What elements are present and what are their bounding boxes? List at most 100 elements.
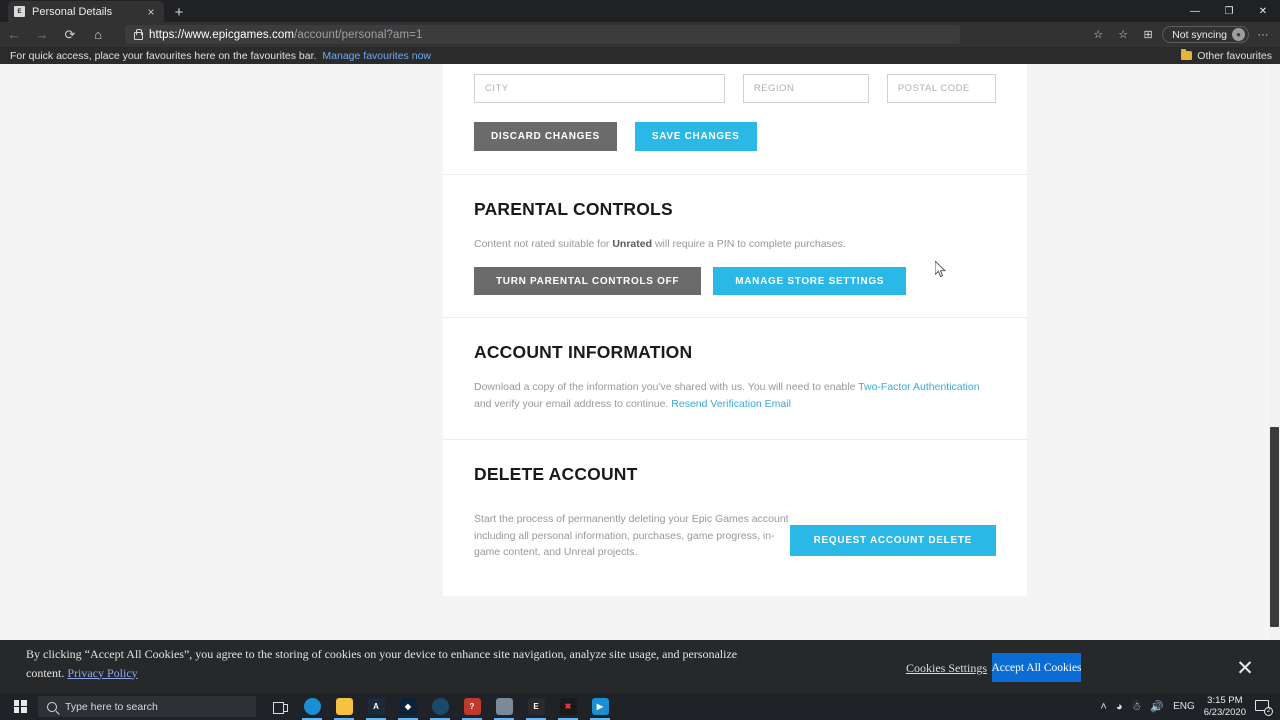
windows-start-icon [13,700,27,713]
taskbar-search-input[interactable]: Type here to search [38,696,256,717]
pc-desc-after: will require a PIN to complete purchases… [652,238,846,250]
other-favourites-label: Other favourites [1197,49,1272,62]
taskbar-app-photos-app[interactable] [490,693,518,720]
forward-icon[interactable]: → [28,22,56,47]
taskbar-apps: A ◆ ? E ✖ ▶ [266,693,614,720]
volume-icon[interactable]: 🔊 [1150,700,1164,713]
turn-parental-controls-off-button[interactable]: TURN PARENTAL CONTROLS OFF [474,267,702,296]
account-information-heading: ACCOUNT INFORMATION [474,342,693,363]
other-favourites-folder[interactable]: Other favourites [1181,47,1272,64]
profile-sync-button[interactable]: Not syncing ● [1162,26,1249,43]
taskbar-clock[interactable]: 3:15 PM 6/23/2020 [1204,695,1246,717]
browser-titlebar: E Personal Details × + — ❐ ✕ [0,0,1280,22]
save-changes-button[interactable]: SAVE CHANGES [634,122,757,151]
clock-date: 6/23/2020 [1203,706,1246,718]
taskbar-app-blue-app[interactable]: ◆ [394,693,422,720]
parental-controls-heading: PARENTAL CONTROLS [474,199,673,219]
account-information-description: Download a copy of the information you'v… [474,363,996,412]
cookie-banner-text: By clicking “Accept All Cookies”, you ag… [26,645,746,682]
postal-code-placeholder: POSTAL CODE [897,83,970,94]
two-factor-authentication-link[interactable]: Two-Factor Authentication [858,381,979,393]
manage-favourites-link[interactable]: Manage favourites now [322,50,431,62]
page-scrollbar-track[interactable] [1269,64,1280,693]
system-tray: ˄ ◕ ☃ 🔊 ENG 3:15 PM 6/23/2020 2 [1100,693,1276,720]
delete-account-description: Start the process of permanently deletin… [474,512,789,559]
taskbar-app-file-explorer[interactable] [330,693,358,720]
parental-controls-actions: TURN PARENTAL CONTROLS OFF MANAGE STORE … [474,252,996,317]
taskbar-app-microsoft-edge[interactable] [298,693,326,720]
notification-center-button[interactable]: 2 [1255,699,1273,716]
window-controls: — ❐ ✕ [1178,0,1280,22]
address-section: CITY REGION POSTAL CODE DISCARD CHANGES … [443,64,1027,175]
ai-text-2: and verify your email address to continu… [474,397,672,410]
tray-chevron-up-icon[interactable]: ˄ [1100,701,1106,713]
sync-label: Not syncing [1172,28,1227,41]
start-button[interactable] [4,693,36,720]
minimize-button[interactable]: — [1178,0,1212,22]
task-view-button[interactable] [266,693,294,720]
back-icon[interactable]: ← [0,22,28,47]
browser-toolbar-actions: ☆ ☆ ⊞ Not syncing ● ··· [1087,25,1274,44]
tab-title: Personal Details [32,5,113,18]
privacy-policy-link[interactable]: Privacy Policy [67,666,137,680]
browser-tab-personal-details[interactable]: E Personal Details × [8,1,164,22]
collections-icon[interactable]: ⊞ [1137,25,1159,44]
avatar: ● [1232,28,1245,41]
address-actions: DISCARD CHANGES SAVE CHANGES [474,103,996,174]
taskbar-app-media-player[interactable]: ▶ [586,693,614,720]
notification-count: 2 [1264,707,1273,716]
city-input[interactable]: CITY [474,74,725,103]
resend-verification-email-link[interactable]: Resend Verification Email [671,398,791,410]
refresh-icon[interactable]: ⟳ [56,22,84,47]
taskbar-app-help-app[interactable]: ? [458,693,486,720]
postal-code-input[interactable]: POSTAL CODE [886,74,997,103]
ai-text-1: Download a copy of the information you'v… [474,381,859,394]
wifi-icon[interactable]: ◕ [1116,701,1123,713]
lock-icon [133,29,143,40]
account-information-section: ACCOUNT INFORMATION Download a copy of t… [443,318,1027,440]
url-host: https://www.epicgames.com [149,28,295,41]
pc-rating: Unrated [612,238,653,250]
region-placeholder: REGION [753,83,795,94]
cookie-consent-banner: By clicking “Accept All Cookies”, you ag… [0,640,1280,693]
delete-account-heading: DELETE ACCOUNT [474,463,638,484]
close-window-button[interactable]: ✕ [1246,0,1280,22]
taskbar-app-adobe-acrobat[interactable]: A [362,693,390,720]
address-bar-url: https://www.epicgames.com/account/person… [149,29,423,41]
taskbar-app-epic-games-launcher[interactable]: E [522,693,550,720]
favorite-star-icon[interactable]: ☆ [1087,25,1109,44]
favorites-list-icon[interactable]: ☆ [1112,25,1134,44]
parental-controls-section: PARENTAL CONTROLS Content not rated suit… [443,175,1027,319]
task-view-icon [272,701,288,714]
manage-store-settings-button[interactable]: MANAGE STORE SETTINGS [713,267,907,296]
search-placeholder: Type here to search [65,700,158,713]
favourites-bar: For quick access, place your favourites … [0,47,1280,64]
close-cookie-banner-icon[interactable]: ✕ [1232,655,1258,681]
taskbar-app-steam[interactable] [426,693,454,720]
address-fields-row: CITY REGION POSTAL CODE [474,64,997,103]
microphone-icon[interactable]: ☃ [1131,700,1141,713]
cookies-settings-link[interactable]: Cookies Settings [906,661,987,676]
address-bar[interactable]: https://www.epicgames.com/account/person… [125,25,960,44]
city-placeholder: CITY [485,83,509,94]
delete-account-section: DELETE ACCOUNT Start the process of perm… [443,440,1027,596]
windows-taskbar: Type here to search A ◆ ? E ✖ ▶ ˄ ◕ ☃ 🔊 … [0,693,1280,720]
region-input[interactable]: REGION [742,74,869,103]
home-icon[interactable]: ⌂ [84,22,112,47]
taskbar-app-red-app[interactable]: ✖ [554,693,582,720]
discard-changes-button[interactable]: DISCARD CHANGES [474,122,617,151]
epic-games-favicon: E [14,6,25,17]
request-account-delete-button[interactable]: REQUEST ACCOUNT DELETE [789,524,996,556]
browser-settings-more-icon[interactable]: ··· [1252,25,1274,44]
new-tab-button[interactable]: + [170,3,188,21]
maximize-button[interactable]: ❐ [1212,0,1246,22]
language-indicator[interactable]: ENG [1173,701,1195,712]
page-viewport: CITY REGION POSTAL CODE DISCARD CHANGES … [0,64,1280,693]
browser-chrome: E Personal Details × + — ❐ ✕ ← → ⟳ ⌂ htt… [0,0,1280,64]
page-scrollbar-thumb[interactable] [1270,427,1279,627]
pc-desc-before: Content not rated suitable for [474,238,613,250]
url-path: /account/personal?am=1 [294,28,423,41]
accept-all-cookies-button[interactable]: Accept All Cookies [991,653,1082,682]
tab-close-icon[interactable]: × [144,5,158,19]
parental-controls-description: Content not rated suitable for Unrated w… [474,220,996,252]
